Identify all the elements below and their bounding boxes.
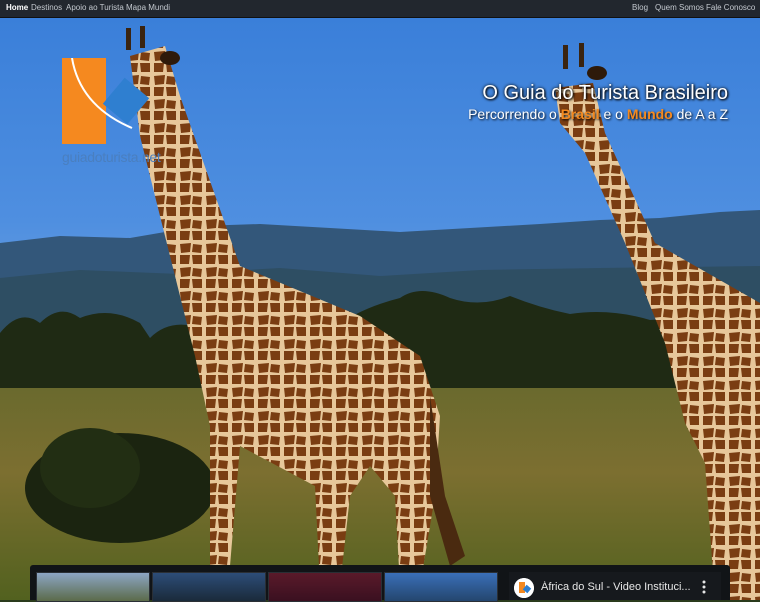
more-options-icon[interactable] [697, 580, 711, 594]
logo-text[interactable]: guiadoturista.net [62, 149, 161, 165]
hero-tagline: O Guia do Turista Brasileiro Percorrendo… [468, 82, 728, 122]
video-title[interactable]: África do Sul - Video Instituci... [541, 581, 691, 593]
video-channel-icon[interactable] [514, 578, 534, 598]
video-player-card[interactable]: África do Sul - Video Instituci... [509, 572, 721, 600]
nav-link-quem-somos[interactable]: Quem Somos [655, 3, 704, 12]
nav-link-destinos[interactable]: Destinos [31, 3, 62, 12]
hero-title: O Guia do Turista Brasileiro [482, 82, 728, 104]
nav-link-mapa-mundi[interactable]: Mapa Mundi [126, 3, 170, 12]
hero-banner: guiadoturista.net O Guia do Turista Bras… [0, 18, 760, 600]
hero-subtitle-part-3: de A a Z [672, 106, 728, 122]
nav-link-blog[interactable]: Blog [632, 3, 648, 12]
nav-link-apoio-ao-turista[interactable]: Apoio ao Turista [66, 3, 124, 12]
nav-link-fale-conosco[interactable]: Fale Conosco [706, 3, 755, 12]
hero-subtitle: Percorrendo o Brasil e o Mundo de A a Z [468, 106, 728, 122]
video-thumbnail[interactable] [268, 572, 382, 602]
video-thumbnail[interactable] [152, 572, 266, 602]
giraffe-right [555, 43, 760, 600]
video-carousel: África do Sul - Video Instituci... [30, 565, 730, 602]
hero-subtitle-part-2: e o [599, 106, 627, 122]
video-thumbnail[interactable] [36, 572, 150, 602]
nav-link-home[interactable]: Home [6, 3, 28, 12]
top-navigation: Home Destinos Apoio ao Turista Mapa Mund… [0, 0, 760, 18]
hero-highlight-mundo: Mundo [626, 106, 673, 122]
video-thumbnail[interactable] [384, 572, 498, 602]
hero-subtitle-part-1: Percorrendo o [468, 106, 561, 122]
hero-highlight-brasil: Brasil [560, 106, 600, 122]
